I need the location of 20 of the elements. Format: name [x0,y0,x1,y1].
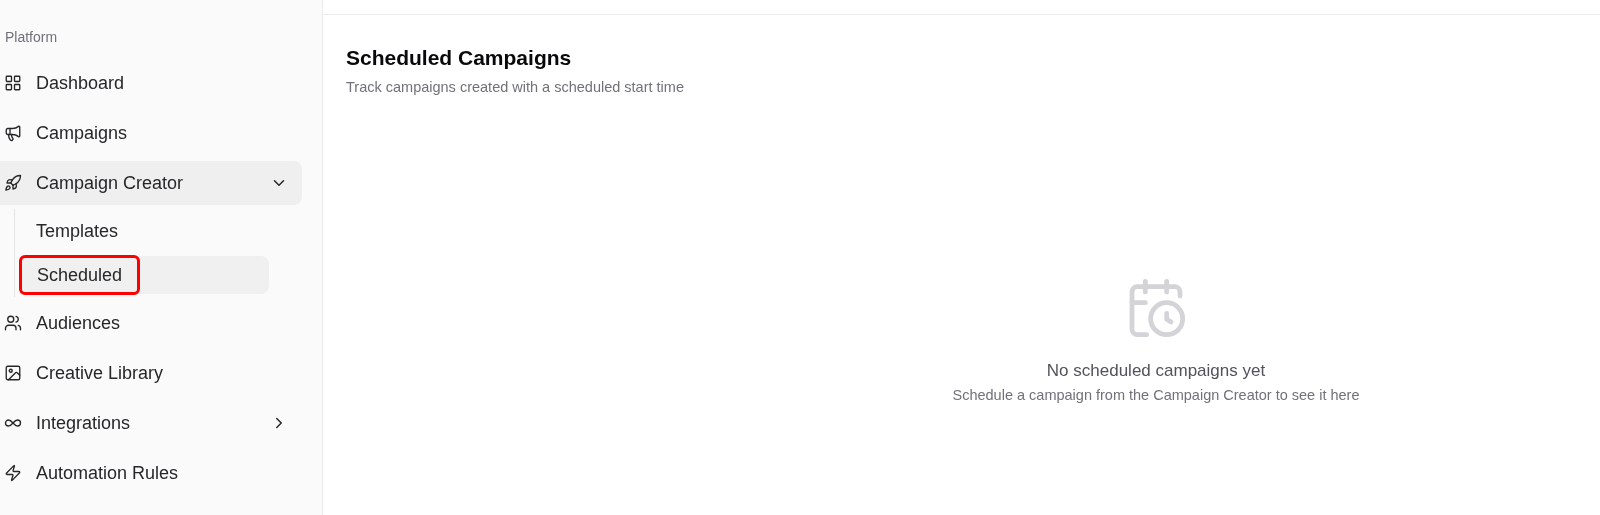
empty-state-title: No scheduled campaigns yet [1046,360,1266,383]
sidebar-item[interactable]: Creative Library [0,351,302,395]
sidebar-item[interactable]: Audiences [0,301,302,345]
page-subtitle: Track campaigns created with a scheduled start time [346,77,684,97]
sidebar-item[interactable]: Automation Rules [0,451,302,495]
section-label: Platform [4,28,59,47]
sidebar-item[interactable]: Campaign Creator [0,161,302,205]
submenu-item[interactable]: Templates [21,212,269,250]
page-title: Scheduled Campaigns [346,45,572,71]
submenu-item[interactable]: Scheduled [21,256,269,294]
sidebar-item[interactable]: Integrations [0,401,302,445]
rocket-icon [4,174,22,192]
lightning-icon [4,464,22,482]
sidebar-item[interactable]: Campaigns [0,111,302,155]
users-icon [4,314,22,332]
grid-icon [4,74,22,92]
megaphone-icon [4,124,22,142]
empty-state-message: Schedule a campaign from the Campaign Creator to see it here [952,385,1360,405]
image-icon [4,364,22,382]
sidebar-item[interactable]: Dashboard [0,61,302,105]
